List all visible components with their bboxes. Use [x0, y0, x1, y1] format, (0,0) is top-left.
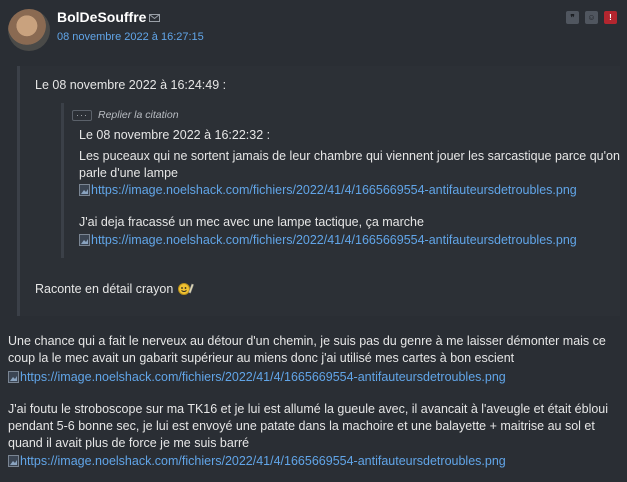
- quote-outer: Le 08 novembre 2022 à 16:24:49 : ··· Rep…: [17, 66, 620, 316]
- image-icon: [8, 455, 19, 467]
- smiley-icon: [178, 283, 195, 295]
- quote-inner: ··· Replier la citation Le 08 novembre 2…: [61, 103, 624, 258]
- quote-text-content: Raconte en détail crayon: [35, 282, 174, 296]
- collapse-quote-label: Replier la citation: [98, 109, 179, 121]
- image-link[interactable]: https://image.noelshack.com/fichiers/202…: [8, 454, 506, 468]
- quote-date: Le 08 novembre 2022 à 16:24:49 :: [35, 78, 227, 92]
- image-link[interactable]: https://image.noelshack.com/fichiers/202…: [79, 233, 577, 247]
- post-paragraph: J'ai foutu le stroboscope sur ma TK16 et…: [8, 402, 609, 450]
- collapse-quote-button[interactable]: ··· Replier la citation: [72, 109, 179, 121]
- mp-icon[interactable]: ☺: [585, 11, 598, 24]
- image-link[interactable]: https://image.noelshack.com/fichiers/202…: [8, 370, 506, 384]
- quote-text: Les puceaux qui ne sortent jamais de leu…: [79, 149, 620, 180]
- image-icon: [79, 184, 90, 196]
- author-name[interactable]: BolDeSouffre: [57, 9, 146, 25]
- image-icon: [79, 234, 90, 246]
- mail-icon[interactable]: [149, 14, 160, 22]
- ellipsis-icon: ···: [72, 109, 92, 121]
- image-link-text[interactable]: https://image.noelshack.com/fichiers/202…: [20, 454, 506, 468]
- quote-icon[interactable]: ❞: [566, 11, 579, 24]
- post-paragraph: Une chance qui a fait le nerveux au déto…: [8, 334, 606, 365]
- post-actions: ❞ ☺ !: [566, 11, 617, 24]
- avatar[interactable]: [8, 9, 50, 51]
- quote-date: Le 08 novembre 2022 à 16:22:32 :: [79, 128, 271, 142]
- quote-text: Raconte en détail crayon: [35, 282, 195, 296]
- image-link-text[interactable]: https://image.noelshack.com/fichiers/202…: [91, 233, 577, 247]
- image-link[interactable]: https://image.noelshack.com/fichiers/202…: [79, 183, 577, 197]
- image-icon: [8, 371, 19, 383]
- image-link-text[interactable]: https://image.noelshack.com/fichiers/202…: [91, 183, 577, 197]
- post-date[interactable]: 08 novembre 2022 à 16:27:15: [57, 31, 204, 43]
- alert-icon[interactable]: !: [604, 11, 617, 24]
- quote-text: J'ai deja fracassé un mec avec une lampe…: [79, 215, 424, 229]
- forum-post: BolDeSouffre 08 novembre 2022 à 16:27:15…: [0, 0, 627, 482]
- image-link-text[interactable]: https://image.noelshack.com/fichiers/202…: [20, 370, 506, 384]
